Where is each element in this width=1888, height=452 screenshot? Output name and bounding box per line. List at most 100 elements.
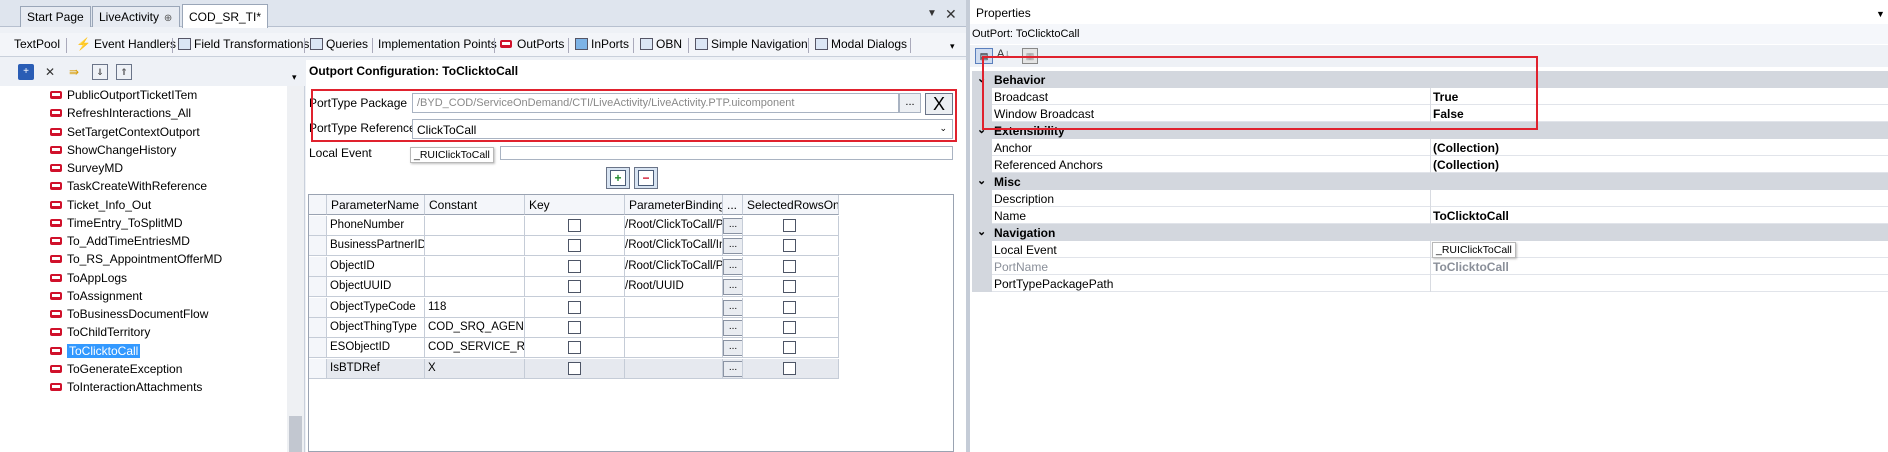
binding-browse-button[interactable]: ... <box>723 238 742 255</box>
selected-rows-only-checkbox[interactable] <box>783 280 796 294</box>
property-row-portname[interactable]: PortName ToClicktoCall <box>972 258 1888 275</box>
collapse-icon[interactable]: ⌄ <box>977 174 986 187</box>
key-checkbox[interactable] <box>568 280 581 294</box>
property-row-referenced-anchors[interactable]: Referenced Anchors (Collection) <box>972 156 1888 173</box>
property-value[interactable]: (Collection) <box>1430 139 1888 156</box>
table-cell-parameter-name[interactable]: BusinessPartnerID <box>327 236 425 257</box>
selected-rows-only-checkbox[interactable] <box>783 219 796 232</box>
local-event-field[interactable] <box>500 146 953 160</box>
tree-item-ticket-info-out[interactable]: Ticket_Info_Out <box>50 196 151 214</box>
table-cell-parameter-name[interactable]: ObjectID <box>327 256 425 277</box>
property-row-name[interactable]: Name ToClicktoCall <box>972 207 1888 224</box>
binding-browse-button[interactable]: ... <box>723 299 742 316</box>
table-cell-parameter-name[interactable]: ESObjectID <box>327 338 425 359</box>
tree-item-toclicktocall[interactable]: ToClicktoCall <box>50 342 141 360</box>
tree-item-tointeractionattachments[interactable]: ToInteractionAttachments <box>50 378 202 396</box>
property-value[interactable] <box>1430 275 1888 292</box>
subtab-textpool[interactable]: TextPool <box>14 37 60 51</box>
subtab-simple-navigation[interactable]: Simple Navigation <box>695 37 808 51</box>
binding-browse-button[interactable]: ... <box>723 340 742 357</box>
row-selector[interactable] <box>309 236 327 257</box>
table-cell-constant[interactable]: COD_SRQ_AGENT_TT <box>425 318 525 338</box>
binding-browse-button[interactable]: ... <box>723 320 742 336</box>
delete-icon[interactable]: ✕ <box>42 64 58 80</box>
subtab-inports[interactable]: InPorts <box>575 37 629 51</box>
property-value[interactable] <box>1430 190 1888 207</box>
tree-item-taskcreatewithreference[interactable]: TaskCreateWithReference <box>50 177 207 195</box>
remove-parameter-button[interactable]: − <box>634 167 658 189</box>
table-cell-constant[interactable]: COD_SERVICE_REQU <box>425 338 525 359</box>
subtab-field-transformations[interactable]: Field Transformations <box>178 37 309 51</box>
table-cell-parameter-binding[interactable] <box>625 358 723 379</box>
table-cell-parameter-binding[interactable] <box>625 338 723 359</box>
table-cell-constant[interactable]: 118 <box>425 297 525 318</box>
selected-rows-only-checkbox[interactable] <box>783 361 796 375</box>
table-cell-constant[interactable] <box>425 277 525 298</box>
subtab-outports[interactable]: OutPorts <box>500 37 564 51</box>
selected-rows-only-checkbox[interactable] <box>783 259 796 273</box>
table-cell-constant[interactable] <box>425 236 525 257</box>
table-cell-constant[interactable] <box>425 216 525 236</box>
tree-item-publicoutportticketitem[interactable]: PublicOutportTicketITem <box>50 86 197 104</box>
property-value[interactable]: ToClicktoCall <box>1430 258 1888 275</box>
row-selector[interactable] <box>309 338 327 359</box>
table-cell-constant[interactable] <box>425 256 525 277</box>
key-checkbox[interactable] <box>568 239 581 253</box>
tree-item-toassignment[interactable]: ToAssignment <box>50 287 142 305</box>
property-row-local-event[interactable]: Local Event <box>972 241 1888 258</box>
chevron-down-icon[interactable]: ▼ <box>927 8 937 19</box>
table-cell-parameter-name[interactable]: ObjectTypeCode <box>327 297 425 318</box>
subtab-implementation-points[interactable]: Implementation Points <box>378 37 497 51</box>
row-selector[interactable] <box>309 216 327 236</box>
overflow-chevron-icon[interactable]: ▾ <box>950 41 955 52</box>
table-cell-parameter-binding[interactable]: /Root/ClickToCall/Phone <box>625 216 723 236</box>
tree-scrollbar[interactable] <box>287 86 304 452</box>
pin-icon[interactable]: ⊕ <box>163 14 173 24</box>
key-checkbox[interactable] <box>568 259 581 273</box>
row-selector[interactable] <box>309 277 327 298</box>
key-checkbox[interactable] <box>568 341 581 355</box>
table-cell-parameter-binding[interactable]: /Root/ClickToCall/Prede <box>625 256 723 277</box>
row-selector[interactable] <box>309 318 327 338</box>
collapse-icon[interactable]: ⌄ <box>977 225 986 238</box>
row-selector[interactable] <box>309 256 327 277</box>
table-cell-parameter-name[interactable]: ObjectUUID <box>327 277 425 298</box>
tree-item-togenerateexception[interactable]: ToGenerateException <box>50 360 182 378</box>
subtab-queries[interactable]: Queries <box>310 37 368 51</box>
tree-item-timeentry-tosplitmd[interactable]: TimeEntry_ToSplitMD <box>50 214 183 232</box>
binding-browse-button[interactable]: ... <box>723 218 742 234</box>
tree-item-tobusinessdocumentflow[interactable]: ToBusinessDocumentFlow <box>50 305 208 323</box>
binding-browse-button[interactable]: ... <box>723 258 742 275</box>
key-checkbox[interactable] <box>568 361 581 375</box>
property-row-porttypepackagepath[interactable]: PortTypePackagePath <box>972 275 1888 292</box>
tab-liveactivity[interactable]: LiveActivity ⊕ <box>92 6 181 27</box>
add-icon[interactable]: + <box>18 64 34 80</box>
close-icon[interactable]: ✕ <box>945 6 957 23</box>
binding-browse-button[interactable]: ... <box>723 279 742 296</box>
binding-browse-button[interactable]: ... <box>723 360 742 377</box>
tree-item-to-addtimeentriesmd[interactable]: To_AddTimeEntriesMD <box>50 232 190 250</box>
property-row-anchor[interactable]: Anchor (Collection) <box>972 139 1888 156</box>
row-selector[interactable] <box>309 358 327 379</box>
property-value[interactable]: ToClicktoCall <box>1430 207 1888 224</box>
tree-item-showchangehistory[interactable]: ShowChangeHistory <box>50 141 176 159</box>
key-checkbox[interactable] <box>568 219 581 232</box>
table-cell-constant[interactable]: X <box>425 358 525 379</box>
selected-rows-only-checkbox[interactable] <box>783 239 796 253</box>
key-checkbox[interactable] <box>568 300 581 314</box>
tree-item-to-rs-appointmentoffermd[interactable]: To_RS_AppointmentOfferMD <box>50 250 222 268</box>
table-cell-parameter-name[interactable]: ObjectThingType <box>327 318 425 338</box>
subtab-modal-dialogs[interactable]: Modal Dialogs <box>815 37 907 51</box>
table-cell-parameter-binding[interactable]: /Root/UUID <box>625 277 723 298</box>
table-cell-parameter-name[interactable]: IsBTDRef <box>327 358 425 379</box>
tree-item-surveymd[interactable]: SurveyMD <box>50 159 123 177</box>
add-parameter-button[interactable]: + <box>606 167 630 189</box>
category-misc[interactable]: ⌄ Misc <box>972 173 1888 190</box>
run-icon[interactable]: ⇛ <box>66 64 82 80</box>
property-value[interactable]: (Collection) <box>1430 156 1888 173</box>
selected-rows-only-checkbox[interactable] <box>783 321 796 334</box>
splitter[interactable] <box>966 0 970 452</box>
tab-cod-sr-ti[interactable]: COD_SR_TI* <box>182 4 269 28</box>
expand-all-icon[interactable]: ⇓ <box>92 64 108 80</box>
table-cell-parameter-binding[interactable]: /Root/ClickToCall/Intern <box>625 236 723 257</box>
